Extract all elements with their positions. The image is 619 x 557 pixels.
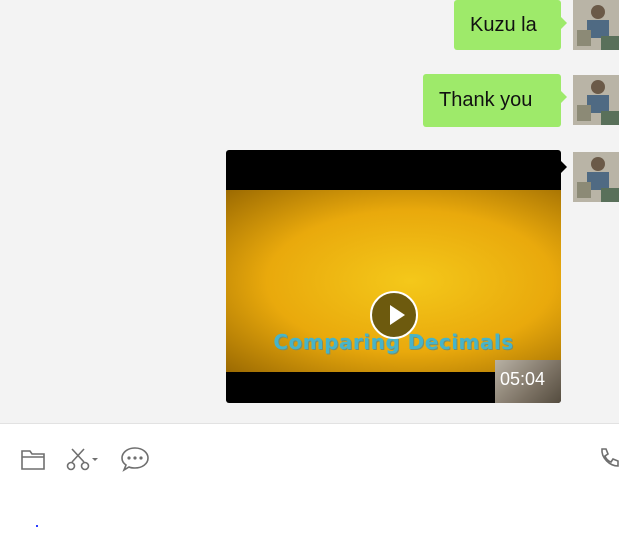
avatar-photo xyxy=(573,152,619,202)
message-input-area[interactable] xyxy=(0,424,619,557)
video-message[interactable]: Comparing Decimals 05:04 xyxy=(226,150,561,403)
chat-history: Kuzu la Thank you Comparing Decimals 05:… xyxy=(0,0,619,423)
message-text: Kuzu la xyxy=(470,14,537,36)
avatar[interactable] xyxy=(573,75,619,125)
message-text: Thank you xyxy=(439,89,533,111)
text-cursor xyxy=(36,525,38,527)
bubble-pointer xyxy=(561,161,567,173)
video-thumbnail: Comparing Decimals xyxy=(226,190,561,403)
avatar[interactable] xyxy=(573,152,619,202)
message-bubble-sent[interactable]: Kuzu la xyxy=(454,0,567,50)
phone-icon[interactable] xyxy=(598,445,619,473)
video-duration: 05:04 xyxy=(499,369,545,389)
avatar[interactable] xyxy=(573,0,619,50)
chat-bubble-icon[interactable] xyxy=(120,445,150,473)
message-bubble-sent[interactable]: Thank you xyxy=(423,74,567,127)
folder-icon[interactable] xyxy=(20,445,46,473)
avatar-photo xyxy=(573,75,619,125)
scissors-icon[interactable] xyxy=(66,445,102,473)
avatar-photo xyxy=(573,0,619,50)
play-icon[interactable] xyxy=(370,291,418,339)
